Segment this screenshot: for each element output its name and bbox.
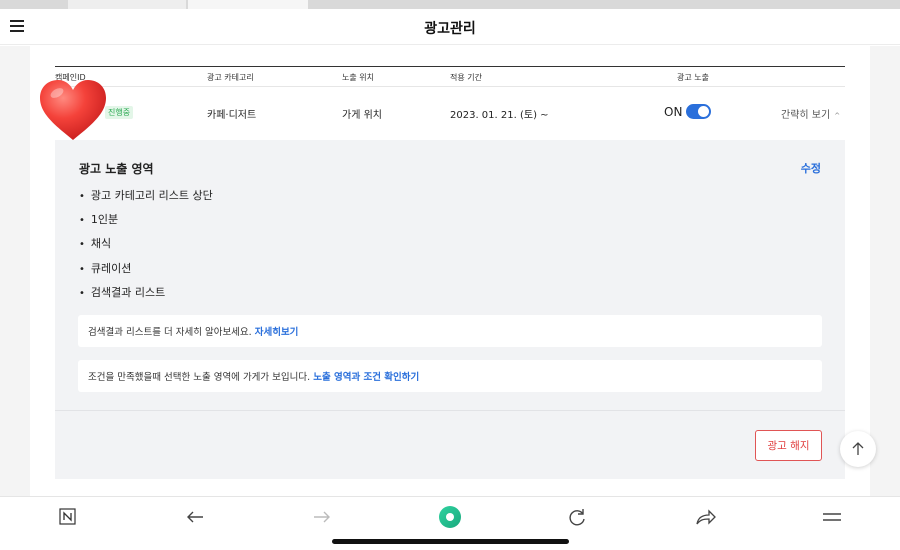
conditions-link[interactable]: 노출 영역과 조건 확인하기: [313, 372, 419, 383]
collapse-button[interactable]: 간략히 보기 ^: [781, 106, 840, 121]
page-title: 광고관리: [424, 21, 476, 37]
column-category: 광고 카테고리: [207, 73, 254, 82]
exposure-area-list: 광고 카테고리 리스트 상단 1인분 채식 큐레이션 검색결과 리스트: [79, 188, 213, 309]
top-bar: 광고관리: [0, 9, 900, 45]
list-item: 1인분: [79, 212, 213, 236]
column-position: 노출 위치: [342, 73, 374, 82]
status-badge: 진행중: [105, 106, 134, 119]
scroll-to-top-button[interactable]: [840, 431, 876, 467]
refresh-icon[interactable]: [563, 505, 591, 529]
browser-tab-active[interactable]: [188, 0, 308, 9]
column-exposure: 광고 노출: [677, 73, 709, 82]
table-row: 진행중 카페·디저트 가게 위치 2023. 01. 21. (토) ~ ON …: [55, 88, 845, 140]
browser-tab[interactable]: [68, 0, 186, 9]
naver-n-icon[interactable]: [54, 505, 82, 529]
row-period: 2023. 01. 21. (토) ~: [450, 110, 549, 121]
forward-arrow-icon[interactable]: [308, 505, 336, 529]
list-item: 광고 카테고리 리스트 상단: [79, 188, 213, 212]
exposure-toggle[interactable]: [686, 104, 711, 119]
share-icon[interactable]: [691, 505, 719, 529]
list-item: 큐레이션: [79, 261, 213, 285]
info-text: 조건을 만족했을때 선택한 노출 영역에 가게가 보입니다.: [88, 372, 311, 383]
list-item: 채식: [79, 236, 213, 260]
collapse-label: 간략히 보기: [781, 110, 831, 121]
row-position: 가게 위치: [342, 110, 382, 121]
column-period: 적용 기간: [450, 73, 482, 82]
cancel-ad-button[interactable]: 광고 해지: [755, 430, 822, 461]
home-indicator: [332, 539, 569, 544]
browser-tab-strip: [0, 0, 900, 9]
info-text: 검색결과 리스트를 더 자세히 알아보세요.: [88, 327, 252, 338]
chevron-up-icon: ^: [834, 112, 841, 120]
info-box-conditions: 조건을 만족했을때 선택한 노출 영역에 가게가 보입니다. 노출 영역과 조건…: [78, 360, 822, 392]
list-item: 검색결과 리스트: [79, 285, 213, 309]
exposure-area-panel: 광고 노출 영역 수정 광고 카테고리 리스트 상단 1인분 채식 큐레이션 검…: [55, 140, 845, 479]
edit-button[interactable]: 수정: [801, 160, 821, 176]
exposure-toggle-label: ON: [664, 105, 683, 119]
panel-title: 광고 노출 영역: [79, 162, 154, 176]
row-category: 카페·디저트: [207, 110, 257, 121]
table-header: 캠페인ID 광고 카테고리 노출 위치 적용 기간 광고 노출: [55, 66, 845, 87]
details-link[interactable]: 자세히보기: [255, 327, 299, 338]
toggle-knob: [698, 106, 709, 117]
back-arrow-icon[interactable]: [181, 505, 209, 529]
more-menu-icon[interactable]: [818, 505, 846, 529]
info-box-search-results: 검색결과 리스트를 더 자세히 알아보세요. 자세히보기: [78, 315, 822, 347]
green-dot-icon[interactable]: [436, 503, 464, 528]
divider: [55, 410, 845, 411]
arrow-up-icon: [852, 442, 864, 455]
heart-emoji-icon: [40, 80, 106, 140]
